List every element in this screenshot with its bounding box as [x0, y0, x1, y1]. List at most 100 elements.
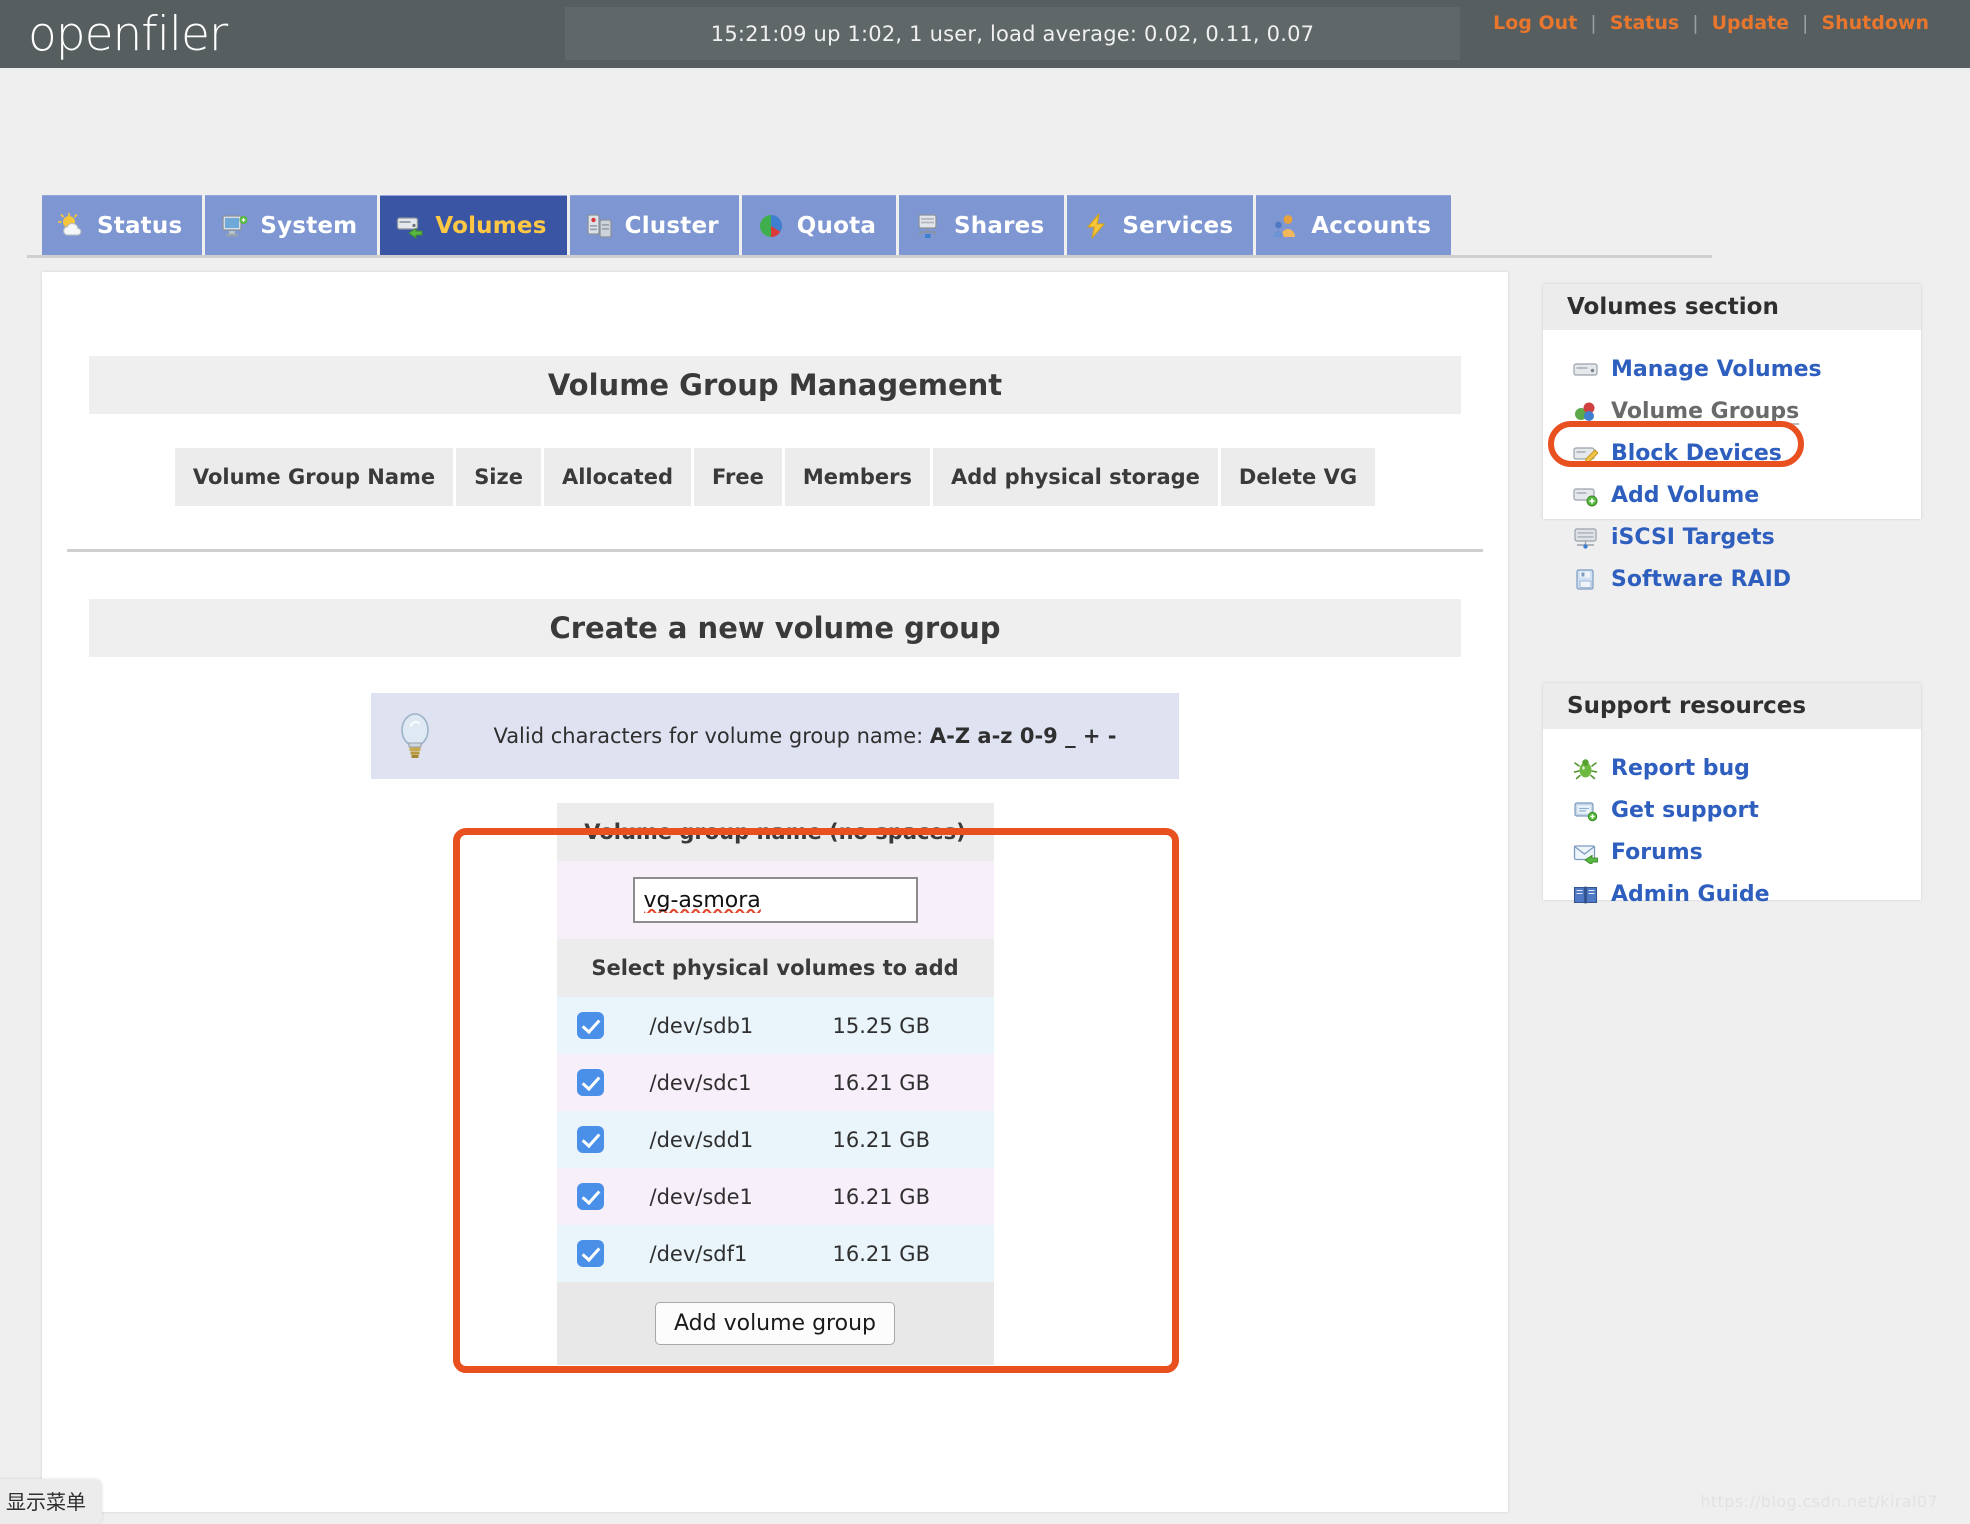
pv-device-size: 16.21 GB	[807, 1168, 994, 1225]
pv-checkbox-sdf1[interactable]	[577, 1240, 604, 1267]
volumes-section-title: Volumes section	[1543, 284, 1921, 330]
tab-label: Volumes	[435, 212, 547, 239]
tab-label: System	[260, 212, 358, 239]
table-row: /dev/sde1 16.21 GB	[556, 1168, 994, 1225]
sidebar-item-volume-groups[interactable]: Volume Groups	[1543, 390, 1921, 432]
tab-label: Cluster	[624, 212, 719, 239]
tab-services[interactable]: Services	[1067, 195, 1254, 255]
sidebar-item-get-support[interactable]: Get support	[1543, 789, 1921, 831]
raid-icon	[1576, 568, 1594, 590]
tab-accounts[interactable]: Accounts	[1256, 195, 1452, 255]
tab-label: Accounts	[1311, 212, 1432, 239]
column-header-allocated: Allocated	[543, 448, 691, 506]
update-link[interactable]: Update	[1699, 12, 1802, 34]
vg-name-input-row	[556, 861, 994, 939]
add-volume-icon	[1573, 487, 1598, 506]
pv-device-name: /dev/sdd1	[624, 1111, 808, 1168]
tab-volumes[interactable]: Volumes	[380, 195, 567, 255]
support-resources-list: Report bug Get support Forums Admin Guid…	[1543, 729, 1921, 915]
create-vg-title: Create a new volume group	[549, 611, 1001, 645]
create-vg-banner: Create a new volume group	[89, 599, 1461, 657]
valid-characters-tip: Valid characters for volume group name: …	[371, 693, 1179, 779]
select-pv-label: Select physical volumes to add	[556, 939, 994, 997]
pv-checkbox-sdd1[interactable]	[577, 1126, 604, 1153]
sidebar-item-forums[interactable]: Forums	[1543, 831, 1921, 873]
sidebar-item-label[interactable]: Report bug	[1611, 756, 1750, 781]
pv-device-name: /dev/sde1	[624, 1168, 808, 1225]
vg-name-header-row: Volume group name (no spaces)	[556, 803, 994, 861]
table-row: /dev/sdc1 16.21 GB	[556, 1054, 994, 1111]
tab-cluster[interactable]: Cluster	[569, 195, 739, 255]
sidebar-item-admin-guide[interactable]: Admin Guide	[1543, 873, 1921, 915]
show-menu-tab[interactable]: 显示菜单	[0, 1479, 102, 1524]
share-drive-icon	[918, 213, 937, 238]
pv-checkbox-sdb1[interactable]	[577, 1012, 604, 1039]
support-resources-panel: Support resources Report bug Get support…	[1543, 683, 1921, 907]
support-icon	[1574, 801, 1598, 821]
page-background-left	[0, 68, 42, 1524]
pv-device-name: /dev/sdb1	[624, 997, 808, 1054]
submit-row: Add volume group	[556, 1282, 994, 1365]
log-out-link[interactable]: Log Out	[1480, 12, 1590, 34]
tab-system[interactable]: System	[205, 195, 378, 255]
sidebar-item-manage-volumes[interactable]: Manage Volumes	[1543, 348, 1921, 390]
volumes-section-list: Manage Volumes Volume Groups Block Devic…	[1543, 330, 1921, 600]
uptime-status-box: 15:21:09 up 1:02, 1 user, load average: …	[565, 7, 1460, 60]
tab-shares[interactable]: Shares	[899, 195, 1065, 255]
uptime-text: 15:21:09 up 1:02, 1 user, load average: …	[710, 21, 1315, 46]
create-volume-group-form: Volume group name (no spaces) Select phy…	[556, 803, 994, 1365]
monitor-icon	[222, 214, 248, 236]
tab-strip-area: Status System Volumes Cluster Quota Shar…	[0, 68, 1970, 263]
pv-header-row: Select physical volumes to add	[556, 939, 994, 997]
sidebar-item-label[interactable]: Forums	[1611, 840, 1703, 865]
table-row: /dev/sdb1 15.25 GB	[556, 997, 994, 1054]
table-header-row: Volume Group Name Size Allocated Free Me…	[174, 448, 1376, 506]
watermark-text: https://blog.csdn.net/kiral07	[1700, 1492, 1938, 1511]
support-resources-title: Support resources	[1543, 683, 1921, 729]
sidebar-item-label[interactable]: Add Volume	[1611, 483, 1759, 508]
tab-label: Quota	[796, 212, 877, 239]
openfiler-logo: openfiler	[28, 6, 228, 62]
page-title: Volume Group Management	[547, 368, 1003, 402]
tab-status[interactable]: Status	[42, 195, 203, 255]
sidebar-item-label[interactable]: Block Devices	[1611, 441, 1782, 466]
sidebar-item-report-bug[interactable]: Report bug	[1543, 747, 1921, 789]
lightbulb-icon	[401, 713, 429, 758]
add-volume-group-button[interactable]: Add volume group	[655, 1302, 895, 1345]
sidebar-item-iscsi-targets[interactable]: iSCSI Targets	[1543, 516, 1921, 558]
users-icon	[1273, 214, 1296, 237]
pv-checkbox-sde1[interactable]	[577, 1183, 604, 1210]
pv-device-name: /dev/sdf1	[624, 1225, 808, 1282]
tip-prefix: Valid characters for volume group name:	[493, 723, 930, 748]
pv-checkbox-sdc1[interactable]	[577, 1069, 604, 1096]
pv-device-size: 16.21 GB	[807, 1054, 994, 1111]
block-device-icon	[1573, 446, 1598, 464]
top-header-bar: openfiler 15:21:09 up 1:02, 1 user, load…	[0, 0, 1970, 68]
column-header-vg-name: Volume Group Name	[174, 448, 454, 506]
volume-disk-icon	[397, 216, 423, 239]
pv-device-size: 15.25 GB	[807, 997, 994, 1054]
volumes-section-panel: Volumes section Manage Volumes Volume Gr…	[1543, 284, 1921, 592]
main-navigation-tabs: Status System Volumes Cluster Quota Shar…	[42, 195, 1452, 255]
tab-quota[interactable]: Quota	[741, 195, 897, 255]
vg-management-banner: Volume Group Management	[89, 356, 1461, 414]
shutdown-link[interactable]: Shutdown	[1808, 12, 1942, 34]
iscsi-icon	[1574, 527, 1597, 549]
sidebar-item-label[interactable]: Software RAID	[1611, 567, 1791, 592]
volume-group-name-input[interactable]	[632, 877, 918, 923]
pv-device-size: 16.21 GB	[807, 1111, 994, 1168]
sidebar-item-label[interactable]: Admin Guide	[1611, 882, 1770, 907]
sidebar-item-label[interactable]: Volume Groups	[1611, 399, 1799, 424]
header-links: Log Out | Status | Update | Shutdown	[1480, 12, 1942, 34]
sidebar-item-label[interactable]: Get support	[1611, 798, 1759, 823]
status-link[interactable]: Status	[1597, 12, 1693, 34]
pv-device-size: 16.21 GB	[807, 1225, 994, 1282]
sidebar-item-software-raid[interactable]: Software RAID	[1543, 558, 1921, 600]
sidebar-item-add-volume[interactable]: Add Volume	[1543, 474, 1921, 516]
servers-icon	[586, 213, 612, 238]
sidebar-item-block-devices[interactable]: Block Devices	[1543, 432, 1921, 474]
book-icon	[1573, 886, 1598, 903]
sidebar-item-label[interactable]: iSCSI Targets	[1611, 525, 1775, 550]
sidebar-item-label[interactable]: Manage Volumes	[1611, 357, 1822, 382]
tab-label: Shares	[954, 212, 1045, 239]
